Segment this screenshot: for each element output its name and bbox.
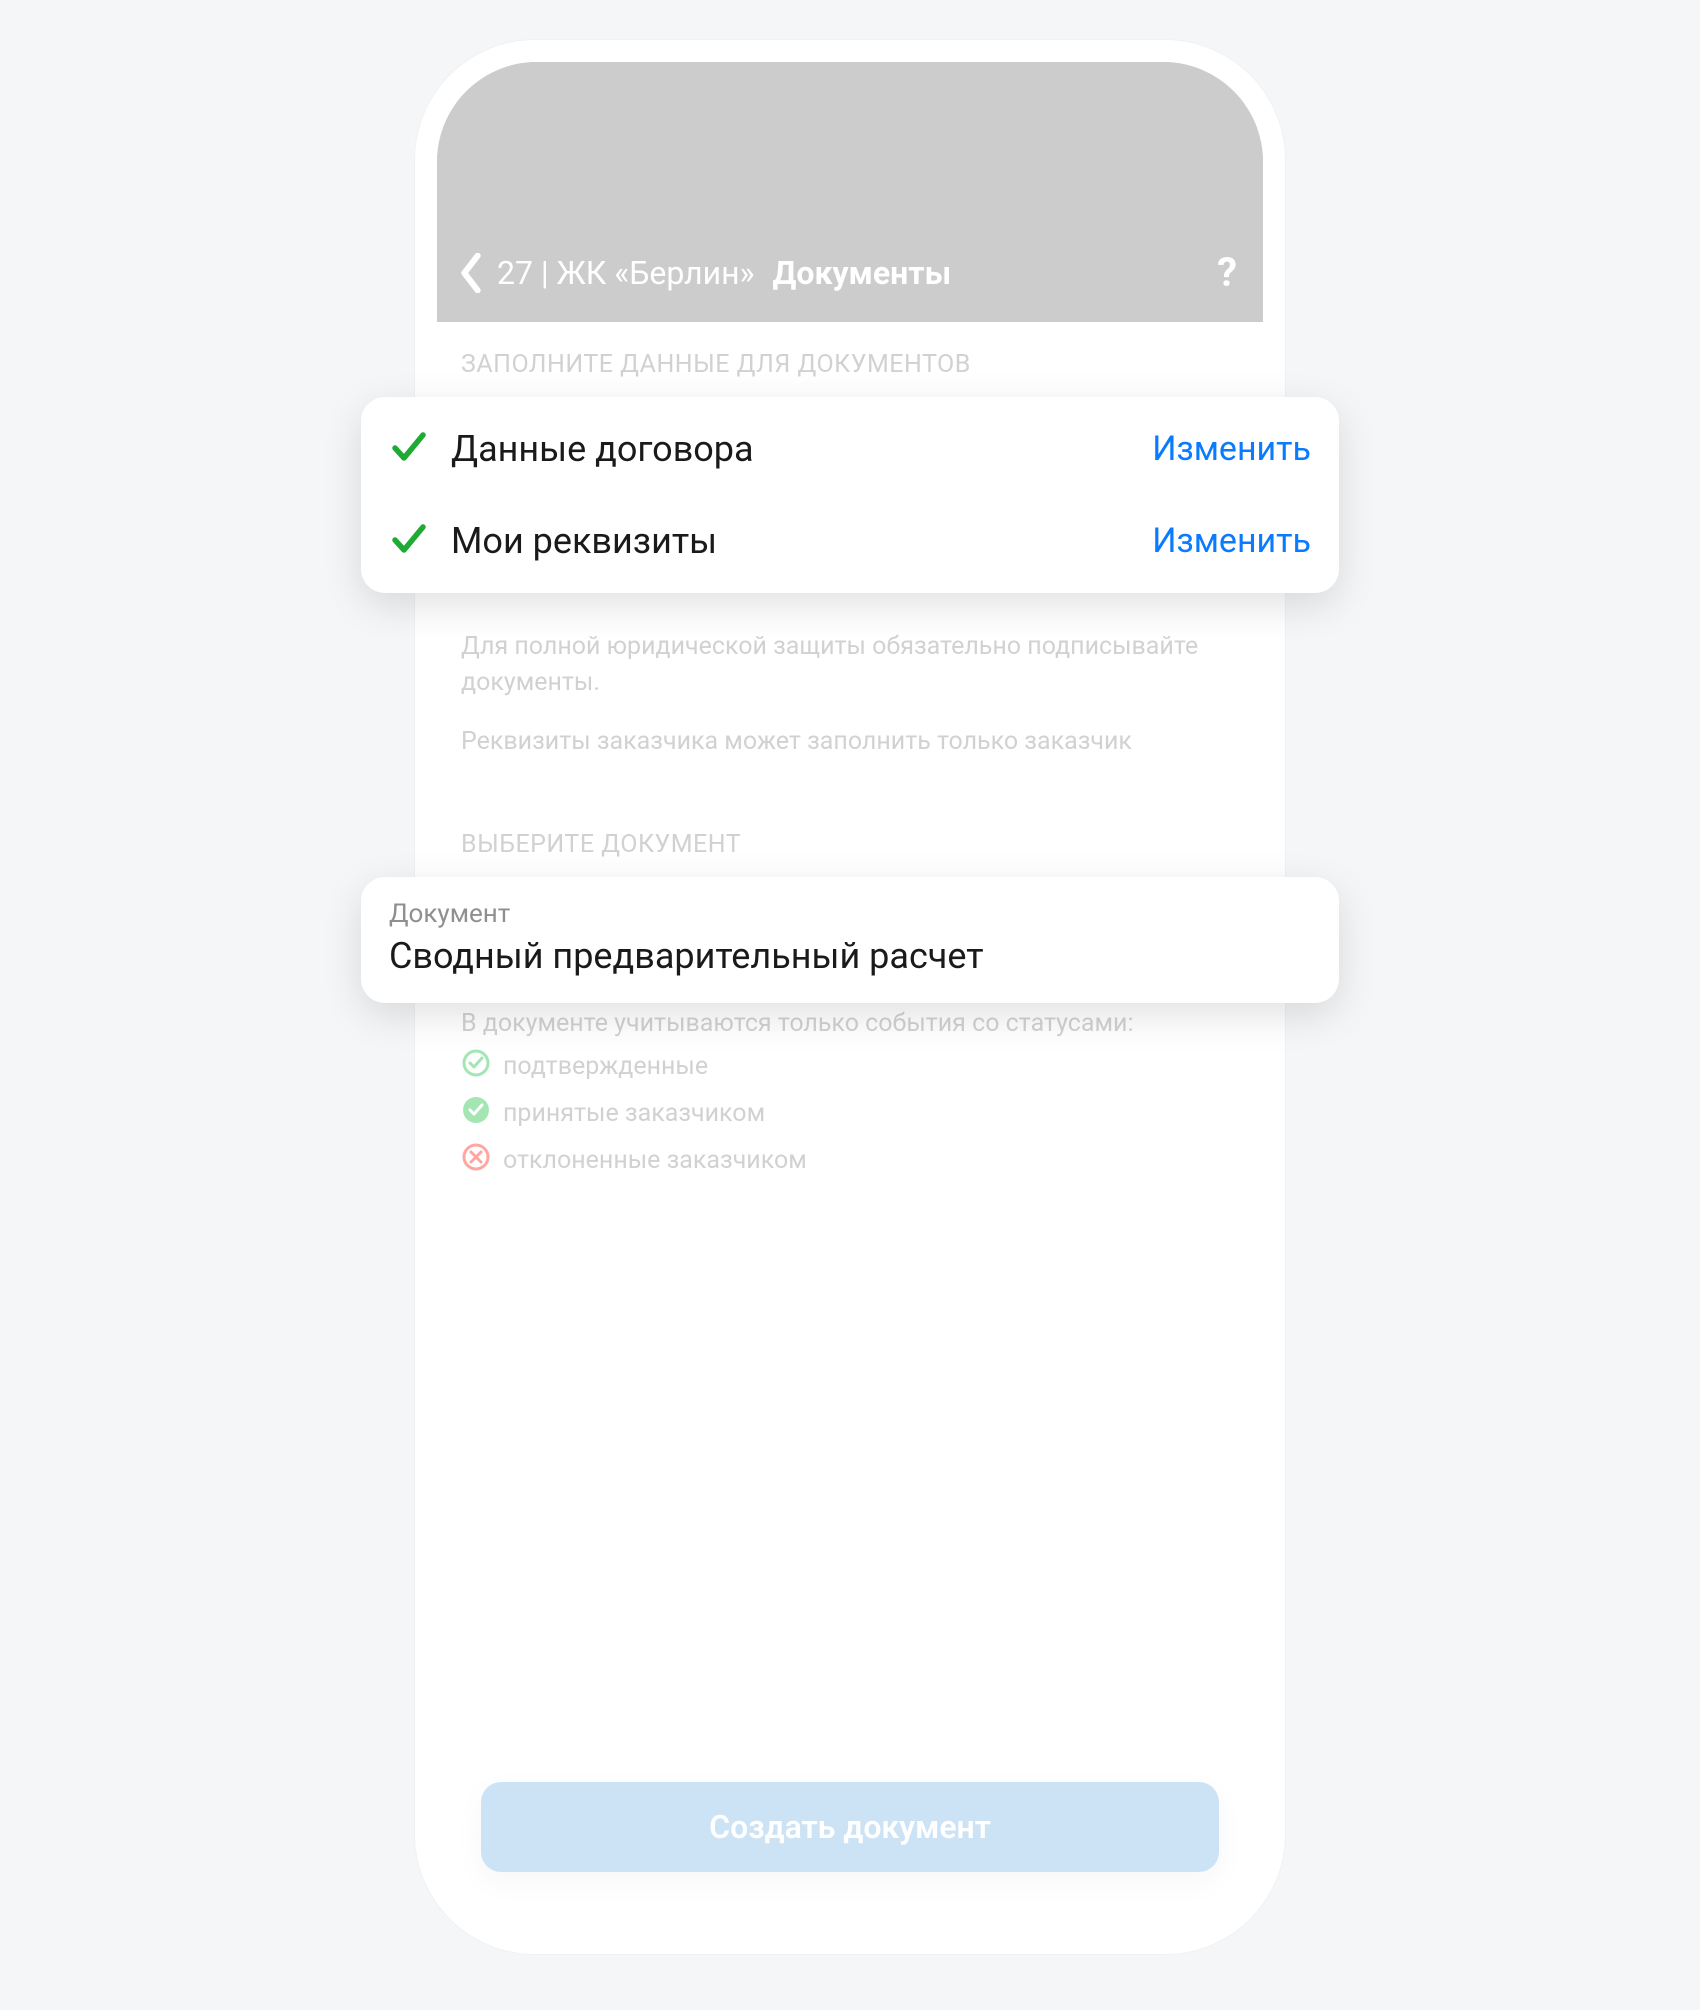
status-check-icon [461, 1048, 491, 1085]
fill-row-contract[interactable]: Данные договора Изменить [389, 403, 1311, 495]
create-document-button[interactable]: Создать документ [481, 1782, 1219, 1872]
status-cross-icon [461, 1142, 491, 1179]
fill-row-requisites[interactable]: Мои реквизиты Изменить [389, 495, 1311, 587]
status-label: подтвержденные [503, 1052, 708, 1081]
phone-frame: 27 | ЖК «Берлин» Документы ? ЗАПОЛНИТЕ Д… [415, 40, 1285, 1954]
phone-screen: 27 | ЖК «Берлин» Документы ? ЗАПОЛНИТЕ Д… [437, 62, 1263, 1932]
button-label: Создать документ [709, 1808, 991, 1846]
document-field-value: Сводный предварительный расчет [389, 935, 1311, 977]
fill-data-card: Данные договора Изменить Мои реквизиты И… [361, 397, 1339, 593]
breadcrumb[interactable]: 27 | ЖК «Берлин» [497, 254, 755, 292]
status-check-filled-icon [461, 1095, 491, 1132]
document-field-label: Документ [389, 899, 1311, 929]
status-intro: В документе учитываются только события с… [461, 1009, 1239, 1038]
edit-link[interactable]: Изменить [1152, 429, 1311, 469]
status-label: отклоненные заказчиком [503, 1146, 807, 1175]
fill-info-block: Для полной юридической защиты обязательн… [461, 629, 1239, 760]
help-icon[interactable]: ? [1217, 249, 1237, 296]
document-select-card[interactable]: Документ Сводный предварительный расчет [361, 877, 1339, 1003]
section-doc-label: ВЫБЕРИТЕ ДОКУМЕНТ [461, 830, 1239, 859]
status-row-accepted: принятые заказчиком [461, 1095, 1239, 1132]
fill-row-label: Мои реквизиты [451, 520, 1152, 562]
app-header: 27 | ЖК «Берлин» Документы ? [437, 62, 1263, 322]
content-area: ЗАПОЛНИТЕ ДАННЫЕ ДЛЯ ДОКУМЕНТОВ Данные д… [437, 322, 1263, 1179]
page-title: Документы [773, 254, 952, 292]
fill-row-label: Данные договора [451, 428, 1152, 470]
info-text: Для полной юридической защиты обязательн… [461, 629, 1239, 702]
status-info-block: В документе учитываются только события с… [461, 1009, 1239, 1179]
check-icon [389, 427, 429, 471]
info-text: Реквизиты заказчика может заполнить толь… [461, 724, 1239, 760]
back-icon[interactable] [457, 253, 485, 293]
status-row-rejected: отклоненные заказчиком [461, 1142, 1239, 1179]
status-label: принятые заказчиком [503, 1099, 765, 1128]
section-fill-label: ЗАПОЛНИТЕ ДАННЫЕ ДЛЯ ДОКУМЕНТОВ [461, 350, 1239, 379]
check-icon [389, 519, 429, 563]
edit-link[interactable]: Изменить [1152, 521, 1311, 561]
status-row-confirmed: подтвержденные [461, 1048, 1239, 1085]
